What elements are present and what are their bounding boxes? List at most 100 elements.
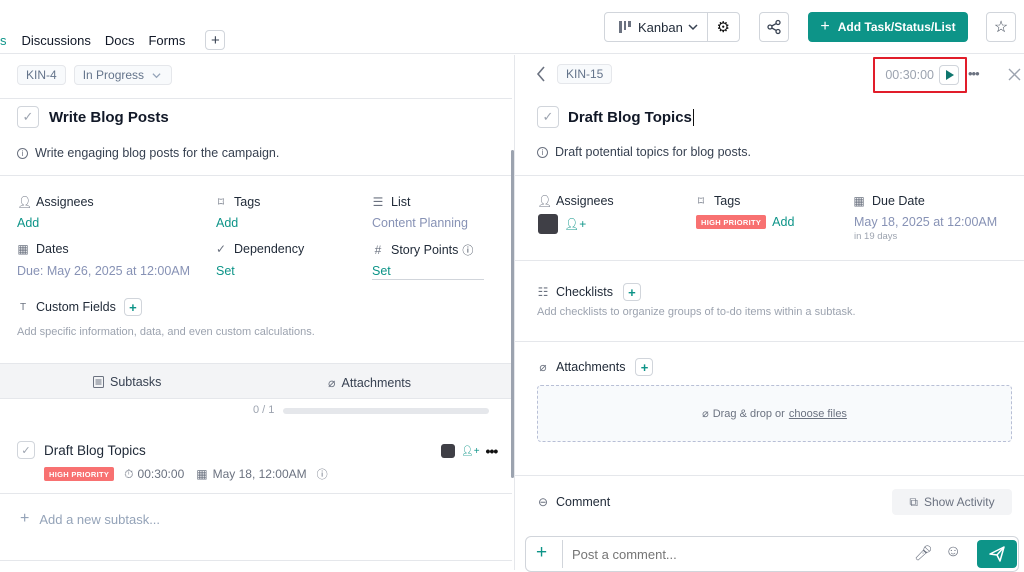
choose-files-link[interactable]: choose files bbox=[789, 408, 847, 420]
start-timer-button[interactable] bbox=[939, 65, 959, 85]
subtask-title-input[interactable]: Draft Blog Topics bbox=[568, 108, 694, 126]
chevron-left-icon[interactable] bbox=[535, 65, 547, 83]
avatar[interactable] bbox=[441, 444, 455, 458]
mic-icon[interactable]: 🎤︎ bbox=[914, 544, 933, 562]
subtask-progress-label: 0 / 1 bbox=[253, 404, 275, 416]
more-icon[interactable]: ••• bbox=[486, 443, 499, 459]
check-icon: ✓ bbox=[215, 242, 227, 256]
tab-discussions[interactable]: Discussions bbox=[22, 33, 91, 48]
checklist-icon: ☷ bbox=[537, 285, 549, 299]
list-label: List bbox=[391, 195, 411, 209]
subtask-tags-field: ⌑ Tags bbox=[695, 194, 741, 208]
favorite-button[interactable]: ☆ bbox=[986, 12, 1016, 42]
emoji-icon[interactable]: ☺ bbox=[945, 543, 961, 561]
add-view-button[interactable]: + bbox=[205, 30, 226, 50]
add-user-icon[interactable]: 👤︎+ bbox=[564, 217, 586, 231]
show-activity-button[interactable]: ⧉ Show Activity bbox=[892, 489, 1012, 515]
subtask-description[interactable]: Draft potential topics for blog posts. bbox=[555, 145, 751, 159]
info-icon[interactable]: ⓘ bbox=[317, 466, 328, 482]
due-date-value[interactable]: May 18, 2025 at 12:00AM bbox=[854, 215, 997, 229]
dependency-set[interactable]: Set bbox=[216, 264, 235, 278]
task-id-badge[interactable]: KIN-4 bbox=[17, 65, 66, 85]
share-button[interactable] bbox=[759, 12, 789, 42]
subtask-complete-checkbox[interactable]: ✓ bbox=[537, 106, 559, 128]
tab-forms[interactable]: Forms bbox=[148, 33, 185, 48]
subtask-assignees: 👤︎+ bbox=[538, 214, 586, 234]
story-points-set[interactable]: Set bbox=[372, 264, 391, 278]
plus-icon: + bbox=[20, 510, 30, 527]
comment-label: Comment bbox=[556, 495, 611, 509]
tags-add[interactable]: Add bbox=[772, 215, 794, 229]
plus-icon: + bbox=[820, 18, 830, 35]
view-switcher: Kanban ⚙ bbox=[604, 12, 740, 42]
dates-field: ▦ Dates bbox=[17, 242, 69, 256]
comment-input[interactable] bbox=[572, 544, 902, 564]
play-icon bbox=[946, 70, 954, 80]
dates-value[interactable]: Due: May 26, 2025 at 12:00AM bbox=[17, 264, 190, 278]
left-scrollbar[interactable] bbox=[511, 150, 514, 478]
help-icon[interactable]: ⓘ bbox=[462, 242, 473, 258]
subtask-row[interactable]: ✓ Draft Blog Topics bbox=[17, 441, 146, 459]
user-icon: 👤︎ bbox=[17, 195, 33, 209]
add-attachment-button[interactable]: + bbox=[635, 358, 654, 376]
priority-badge[interactable]: HIGH PRIORITY bbox=[696, 215, 767, 229]
status-dropdown[interactable]: In Progress bbox=[73, 65, 173, 85]
time-tracker: 00:30:00 bbox=[873, 57, 967, 93]
stopwatch-icon: ⏱ bbox=[124, 466, 134, 481]
add-subtask-row[interactable]: + Add a new subtask... bbox=[20, 510, 160, 528]
subtask-progress-bar bbox=[283, 408, 489, 414]
close-icon[interactable] bbox=[1008, 68, 1021, 81]
subtask-title[interactable]: Draft Blog Topics bbox=[44, 443, 146, 458]
send-comment-button[interactable] bbox=[977, 540, 1017, 568]
add-checklist-button[interactable]: + bbox=[622, 283, 641, 301]
hash-icon: # bbox=[374, 243, 382, 257]
plus-icon[interactable]: + bbox=[536, 542, 547, 564]
complete-checkbox[interactable]: ✓ bbox=[17, 106, 39, 128]
subtask-meta: HIGH PRIORITY ⏱ 00:30:00 ▦ May 18, 12:00… bbox=[44, 466, 328, 482]
add-user-icon[interactable]: 👤︎+ bbox=[461, 446, 480, 457]
tab-subtasks[interactable]: Subtasks bbox=[93, 375, 161, 389]
task-description-row: i Write engaging blog posts for the camp… bbox=[17, 146, 279, 160]
assignees-add[interactable]: Add bbox=[17, 216, 39, 230]
kanban-view-dropdown[interactable]: Kanban bbox=[605, 13, 708, 41]
tab-attachments-label: Attachments bbox=[341, 375, 412, 390]
more-icon[interactable]: ••• bbox=[968, 66, 980, 81]
subtask-checkbox[interactable]: ✓ bbox=[17, 441, 35, 459]
subtask-time[interactable]: 00:30:00 bbox=[138, 467, 185, 481]
task-title[interactable]: Write Blog Posts bbox=[49, 109, 169, 126]
add-subtask-label: Add a new subtask... bbox=[39, 511, 161, 527]
assignees-label: Assignees bbox=[36, 195, 94, 209]
custom-fields-icon: T bbox=[19, 301, 27, 313]
dependency-field: ✓ Dependency bbox=[215, 242, 304, 256]
checklists-hint: Add checklists to organize groups of to-… bbox=[537, 306, 856, 318]
view-settings-button[interactable]: ⚙ bbox=[708, 18, 739, 36]
subtask-actions: 👤︎+ ••• bbox=[441, 443, 499, 459]
timer-display[interactable]: 00:30:00 bbox=[885, 68, 934, 82]
tab-attachments[interactable]: ⌀ Attachments bbox=[328, 375, 412, 391]
dropzone-text: Drag & drop or bbox=[712, 407, 785, 420]
subtask-id-badge[interactable]: KIN-15 bbox=[557, 64, 613, 84]
attachment-dropzone[interactable]: ⌀ Drag & drop or choose files bbox=[537, 385, 1012, 442]
custom-fields-hint: Add specific information, data, and even… bbox=[17, 326, 315, 338]
paperclip-icon: ⌀ bbox=[328, 376, 336, 390]
calendar-icon: ▦ bbox=[196, 467, 208, 481]
add-task-label: Add Task/Status/List bbox=[837, 20, 956, 34]
info-icon: i bbox=[537, 146, 548, 158]
list-value[interactable]: Content Planning bbox=[372, 216, 468, 230]
priority-badge[interactable]: HIGH PRIORITY bbox=[44, 467, 115, 481]
tags-add[interactable]: Add bbox=[216, 216, 238, 230]
view-tabs: s Discussions Docs Forms + bbox=[0, 30, 226, 50]
tab-partial[interactable]: s bbox=[0, 33, 7, 48]
dates-label: Dates bbox=[36, 242, 69, 256]
due-date-relative: in 19 days bbox=[854, 231, 898, 242]
tab-docs[interactable]: Docs bbox=[105, 33, 135, 48]
tag-icon: ⌑ bbox=[697, 194, 705, 208]
story-points-field: # Story Points ⓘ bbox=[372, 242, 474, 258]
add-task-button[interactable]: + Add Task/Status/List bbox=[808, 12, 968, 42]
avatar[interactable] bbox=[538, 214, 558, 234]
user-icon: 👤︎ bbox=[537, 194, 553, 208]
add-custom-field-button[interactable]: + bbox=[123, 298, 142, 316]
subtask-date[interactable]: May 18, 12:00AM bbox=[213, 467, 307, 481]
task-description[interactable]: Write engaging blog posts for the campai… bbox=[35, 146, 279, 160]
calendar-icon: ▦ bbox=[853, 194, 865, 208]
